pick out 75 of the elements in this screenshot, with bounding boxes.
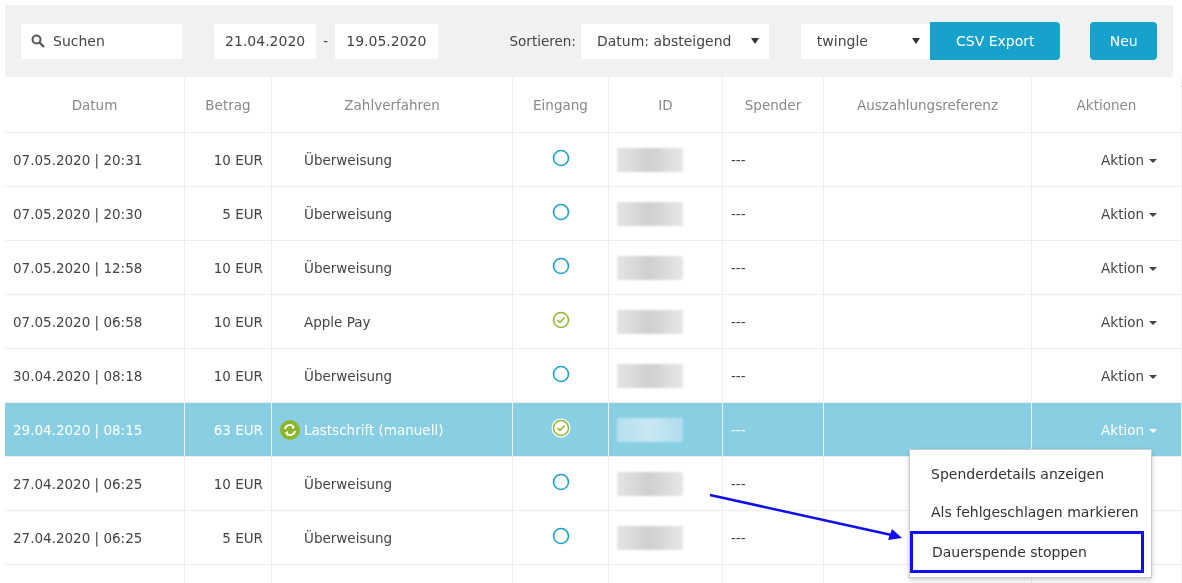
- action-dropdown[interactable]: Aktion: [1101, 151, 1157, 168]
- table-cell: ---: [722, 186, 824, 241]
- table-cell: ---: [722, 132, 824, 187]
- caret-icon: [750, 38, 759, 44]
- action-dropdown[interactable]: Aktion: [1101, 205, 1157, 222]
- table-row[interactable]: 07.05.2020 | 06:58 10 EUR Apple Pay --- Aktion: [5, 294, 1181, 349]
- action-dropdown[interactable]: Aktion: [1101, 259, 1157, 276]
- column-header: Auszahlungsreferenz: [823, 77, 1032, 133]
- table-cell: ---: [722, 294, 824, 349]
- table-cell: 63 EUR: [184, 402, 272, 457]
- menu-item[interactable]: Spenderdetails anzeigen: [910, 455, 1151, 493]
- table-cell: Überweisung: [304, 529, 393, 546]
- table-cell: 10 EUR: [184, 348, 272, 403]
- date-field[interactable]: 19.05.2020: [335, 23, 438, 59]
- search-icon: [31, 34, 45, 48]
- table-cell: Apple Pay: [304, 313, 371, 330]
- table-cell: ---: [722, 348, 824, 403]
- redacted-block: [617, 201, 683, 226]
- column-header: Betrag: [184, 77, 272, 133]
- table-row[interactable]: 07.05.2020 | 20:31 10 EUR Überweisung --- Aktion: [5, 132, 1181, 187]
- source-select[interactable]: twingle: [800, 23, 931, 59]
- caret-icon: [1149, 212, 1157, 217]
- table-cell: ---: [722, 402, 824, 457]
- table-cell: Überweisung: [304, 205, 393, 222]
- table-cell: 5 EUR: [184, 186, 272, 241]
- date-separator: -: [323, 33, 329, 49]
- redacted-block: [617, 471, 683, 496]
- redacted-block: [617, 363, 683, 388]
- table-cell: 10 EUR: [184, 294, 272, 349]
- table-cell: 07.05.2020 | 06:58: [5, 294, 185, 349]
- redacted-block: [617, 309, 683, 334]
- redacted-block: [617, 417, 683, 442]
- table-cell: ---: [722, 240, 824, 295]
- table-cell: 30.04.2020 | 08:18: [5, 348, 185, 403]
- table-cell: 10 EUR: [184, 456, 272, 511]
- table-row[interactable]: 07.05.2020 | 12:58 10 EUR Überweisung --- Aktion: [5, 240, 1181, 295]
- table-row[interactable]: 07.05.2020 | 20:30 5 EUR Überweisung --- Aktion: [5, 186, 1181, 241]
- search-box[interactable]: Suchen: [21, 23, 182, 59]
- table-cell: Überweisung: [304, 475, 393, 492]
- table-cell: 07.05.2020 | 20:30: [5, 186, 185, 241]
- caret-icon: [1149, 158, 1157, 163]
- date-field[interactable]: 21.04.2020: [214, 23, 317, 59]
- table-cell: ---: [722, 510, 824, 565]
- sort-label: Sortieren:: [509, 33, 576, 49]
- table-cell: 07.05.2020 | 20:31: [5, 132, 185, 187]
- table-row[interactable]: 30.04.2020 | 08:18 10 EUR Überweisung --- Aktion: [5, 348, 1181, 403]
- redacted-block: [617, 255, 683, 280]
- column-header: Datum: [5, 77, 185, 133]
- table-cell: Lastschrift (manuell): [304, 421, 444, 438]
- table-cell: Überweisung: [304, 259, 393, 276]
- table-cell: 29.04.2020 | 08:15: [5, 402, 185, 457]
- action-dropdown[interactable]: Aktion: [1101, 367, 1157, 384]
- caret-icon: [1149, 266, 1157, 271]
- table-cell: 27.04.2020 | 06:25: [5, 510, 185, 565]
- menu-item[interactable]: Dauerspende stoppen: [910, 531, 1144, 573]
- table-cell: 27.04.2020 | 06:25: [5, 456, 185, 511]
- column-header: Spender: [722, 77, 824, 133]
- redacted-block: [617, 147, 683, 172]
- sort-select[interactable]: Datum: absteigend: [580, 23, 769, 59]
- table-cell: Überweisung: [304, 151, 393, 168]
- table-cell: 10 EUR: [184, 132, 272, 187]
- table-cell: ---: [722, 456, 824, 511]
- action-dropdown[interactable]: Aktion: [1101, 313, 1157, 330]
- redacted-block: [617, 525, 683, 550]
- table-cell: 10 EUR: [184, 240, 272, 295]
- table-cell: 07.05.2020 | 12:58: [5, 240, 185, 295]
- table-cell: 5 EUR: [184, 510, 272, 565]
- caret-icon: [1149, 374, 1157, 379]
- caret-icon: [912, 38, 921, 44]
- caret-icon: [1149, 320, 1157, 325]
- column-header: ID: [608, 77, 723, 133]
- caret-icon: [1149, 428, 1157, 433]
- table-cell: Überweisung: [304, 367, 393, 384]
- column-header: Eingang: [512, 77, 609, 133]
- column-header: Zahlverfahren: [271, 77, 513, 133]
